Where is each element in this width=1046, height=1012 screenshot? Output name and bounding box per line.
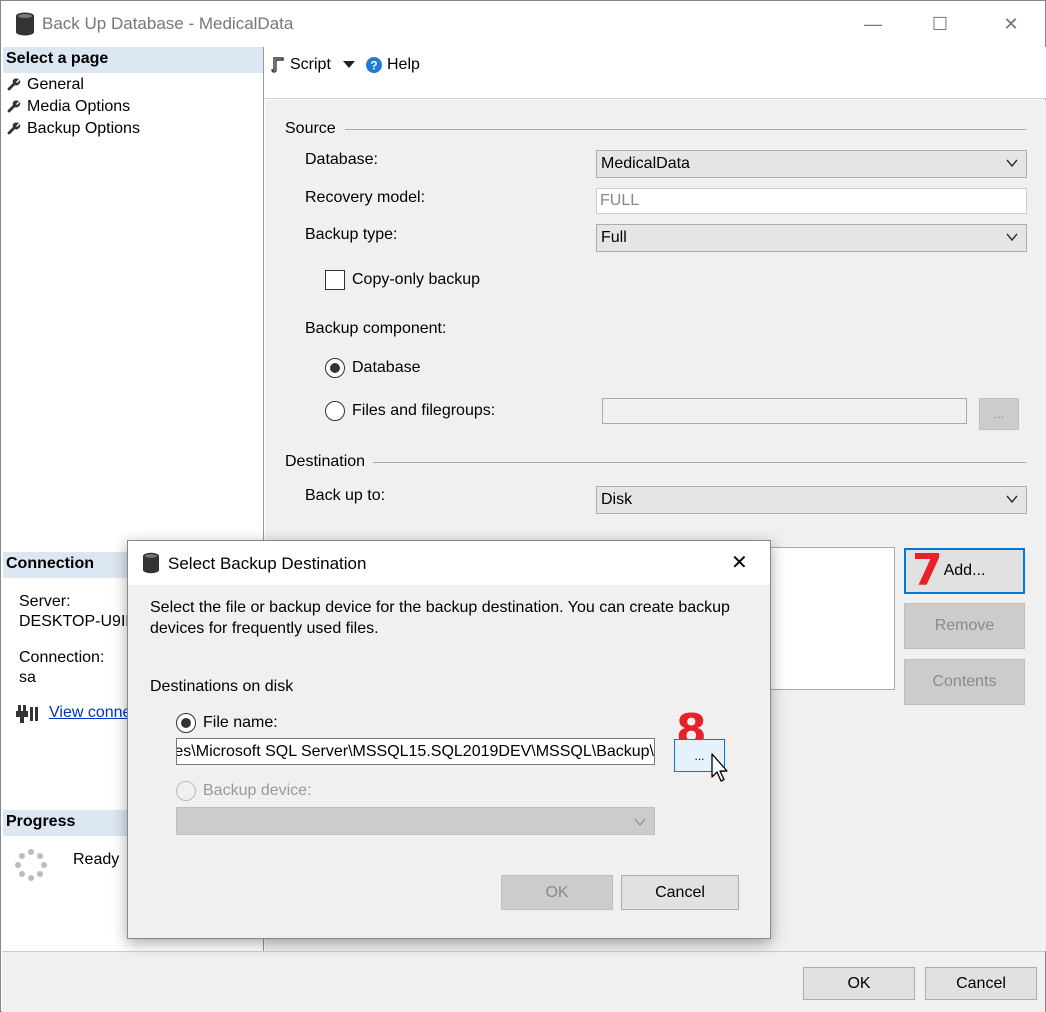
wrench-icon	[7, 100, 21, 113]
dialog-close-button[interactable]: ✕	[731, 550, 748, 575]
backup-component-label: Backup component:	[305, 320, 447, 337]
dialog-title-bar: Select Backup Destination ✕	[128, 541, 770, 585]
connection-value: sa	[19, 669, 36, 686]
recovery-model-field: FULL	[596, 188, 1027, 214]
window-title: Back Up Database - MedicalData	[42, 14, 294, 33]
page-backup-options[interactable]: Backup Options	[7, 118, 140, 140]
script-label: Script	[290, 56, 331, 73]
select-backup-destination-dialog: Select Backup Destination ✕ Select the f…	[127, 540, 771, 939]
cancel-button[interactable]: Cancel	[925, 967, 1037, 1000]
destinations-on-disk-label: Destinations on disk	[150, 678, 294, 695]
filegroups-browse-button[interactable]: ...	[979, 398, 1019, 430]
source-divider	[345, 129, 1026, 130]
backup-device-label: Backup device:	[203, 782, 312, 799]
minimize-button[interactable]: —	[850, 7, 896, 41]
chevron-down-icon	[1006, 495, 1018, 504]
select-page-header: Select a page	[3, 47, 263, 73]
source-group-title: Source	[285, 120, 336, 137]
contents-button[interactable]: Contents	[904, 659, 1025, 705]
backup-to-select-value: Disk	[601, 491, 633, 508]
page-general[interactable]: General	[7, 74, 84, 96]
copy-only-label: Copy-only backup	[352, 271, 481, 288]
close-button[interactable]: ✕	[988, 7, 1034, 41]
database-select-value: MedicalData	[601, 155, 690, 172]
step-7-marker: 7	[912, 545, 943, 596]
plug-icon	[16, 705, 38, 723]
chevron-down-icon	[634, 818, 646, 827]
component-database-radio[interactable]	[325, 358, 345, 378]
page-media-options-label: Media Options	[27, 98, 131, 115]
database-icon	[16, 12, 34, 36]
database-icon	[143, 552, 159, 574]
view-connection-link[interactable]: View conne	[49, 704, 131, 722]
recovery-model-label: Recovery model:	[305, 189, 426, 206]
ok-button[interactable]: OK	[803, 967, 915, 1000]
backup-device-radio[interactable]	[176, 781, 196, 801]
file-name-radio[interactable]	[176, 713, 196, 733]
file-name-label: File name:	[203, 714, 278, 731]
help-icon: ?	[366, 57, 382, 73]
component-files-label: Files and filegroups:	[352, 402, 496, 419]
dialog-cancel-button[interactable]: Cancel	[621, 875, 739, 910]
backup-device-select[interactable]	[176, 807, 655, 835]
title-bar: Back Up Database - MedicalData — ☐ ✕	[1, 1, 1045, 47]
page-general-label: General	[27, 76, 84, 94]
script-button[interactable]: Script	[271, 56, 331, 74]
file-name-value: es\Microsoft SQL Server\MSSQL15.SQL2019D…	[176, 743, 654, 760]
copy-only-checkbox[interactable]	[325, 270, 345, 290]
window-footer: OK Cancel	[2, 951, 1045, 1012]
dialog-ok-button[interactable]: OK	[501, 875, 613, 910]
dialog-description: Select the file or backup device for the…	[150, 599, 730, 637]
dialog-title: Select Backup Destination	[168, 554, 367, 573]
server-label: Server:	[19, 593, 71, 610]
database-label: Database:	[305, 151, 378, 168]
component-files-radio[interactable]	[325, 401, 345, 421]
backup-type-select[interactable]: Full	[596, 224, 1027, 252]
page-media-options[interactable]: Media Options	[7, 96, 130, 118]
toolbar: Script ? Help	[265, 47, 1046, 99]
chevron-down-icon	[1006, 159, 1018, 168]
add-button-label: Add...	[943, 562, 986, 579]
file-name-input[interactable]: es\Microsoft SQL Server\MSSQL15.SQL2019D…	[176, 738, 655, 765]
script-icon	[271, 57, 284, 73]
chevron-down-icon	[1006, 233, 1018, 242]
wrench-icon	[7, 78, 21, 91]
svg-text:?: ?	[370, 59, 377, 73]
maximize-button[interactable]: ☐	[917, 7, 963, 41]
help-label: Help	[387, 56, 420, 73]
page-backup-options-label: Backup Options	[27, 120, 140, 137]
wrench-icon	[7, 122, 21, 135]
script-dropdown-arrow-icon[interactable]	[343, 61, 355, 69]
backup-to-select[interactable]: Disk	[596, 486, 1027, 514]
server-value: DESKTOP-U9IF	[19, 613, 136, 630]
backup-type-select-value: Full	[601, 229, 627, 246]
database-select[interactable]: MedicalData	[596, 150, 1027, 178]
progress-status: Ready	[73, 851, 120, 868]
destination-group-title: Destination	[285, 453, 366, 470]
filegroups-field[interactable]	[602, 398, 967, 424]
progress-spinner-icon	[15, 849, 47, 881]
component-database-label: Database	[352, 359, 421, 376]
remove-button[interactable]: Remove	[904, 603, 1025, 649]
backup-to-label: Back up to:	[305, 487, 386, 504]
connection-label: Connection:	[19, 649, 105, 666]
destination-divider	[373, 462, 1026, 463]
help-button[interactable]: ? Help	[366, 56, 420, 74]
backup-type-label: Backup type:	[305, 226, 398, 243]
destination-list[interactable]	[765, 547, 895, 690]
mouse-cursor-icon	[711, 753, 728, 782]
